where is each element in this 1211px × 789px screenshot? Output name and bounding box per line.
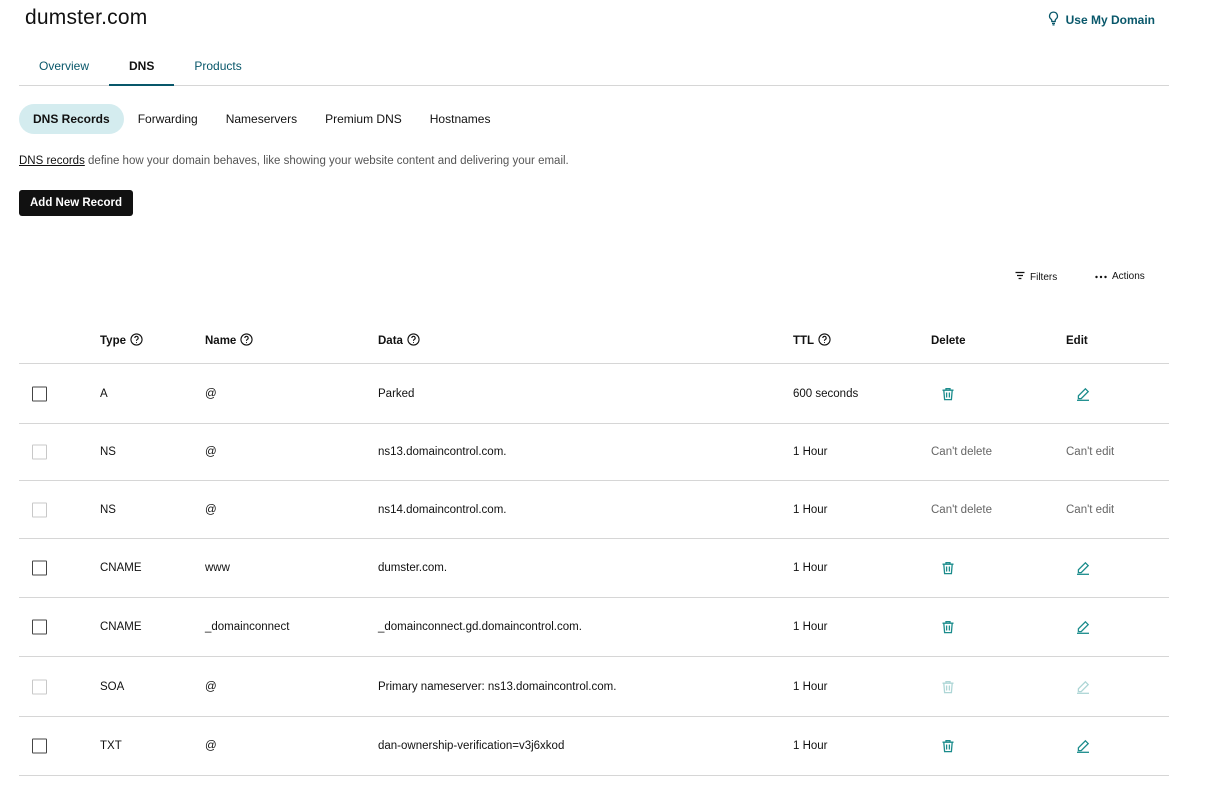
page-title: dumster.com xyxy=(25,6,148,29)
row-checkbox xyxy=(32,444,47,460)
record-ttl: 1 Hour xyxy=(793,562,828,574)
use-my-domain-label: Use My Domain xyxy=(1065,13,1155,27)
lightbulb-icon xyxy=(1047,11,1060,29)
record-name: _domainconnect xyxy=(205,621,290,633)
table-header-row: Type Name Data TTL Delete Edit xyxy=(19,318,1169,364)
record-ttl: 1 Hour xyxy=(793,621,828,633)
filters-label: Filters xyxy=(1030,271,1058,283)
table-row: CNAME www dumster.com. 1 Hour xyxy=(19,539,1169,598)
question-circle-icon[interactable] xyxy=(407,332,420,349)
record-type: CNAME xyxy=(100,621,142,633)
cant-edit-text: Can't edit xyxy=(1066,446,1115,458)
record-name: www xyxy=(205,562,230,574)
tab-products[interactable]: Products xyxy=(174,50,261,86)
row-checkbox[interactable] xyxy=(32,738,47,754)
record-name: @ xyxy=(205,446,217,458)
cant-edit-text: Can't edit xyxy=(1066,503,1115,516)
filter-lines-icon xyxy=(1015,271,1025,283)
dns-records-table: Type Name Data TTL Delete Edit A @ Parke… xyxy=(19,318,1169,776)
pencil-icon[interactable] xyxy=(1076,620,1090,634)
table-row: SOA @ Primary nameserver: ns13.domaincon… xyxy=(19,657,1169,717)
record-type: TXT xyxy=(100,740,122,752)
trash-icon[interactable] xyxy=(941,739,955,753)
column-type: Type xyxy=(100,332,143,349)
record-data: Primary nameserver: ns13.domaincontrol.c… xyxy=(378,680,617,693)
row-checkbox xyxy=(32,502,47,517)
table-row: A @ Parked 600 seconds xyxy=(19,364,1169,424)
column-type-label: Type xyxy=(100,334,126,347)
dns-description: DNS records define how your domain behav… xyxy=(19,155,569,167)
trash-icon xyxy=(941,680,955,694)
tab-dns[interactable]: DNS xyxy=(109,50,175,86)
pencil-icon[interactable] xyxy=(1076,561,1090,575)
record-type: A xyxy=(100,387,108,400)
record-name: @ xyxy=(205,387,217,400)
record-ttl: 1 Hour xyxy=(793,446,828,458)
question-circle-icon[interactable] xyxy=(130,332,143,349)
row-checkbox[interactable] xyxy=(32,386,47,401)
table-row: NS @ ns14.domaincontrol.com. 1 Hour Can'… xyxy=(19,481,1169,539)
actions-button[interactable]: Actions xyxy=(1095,271,1145,282)
record-type: NS xyxy=(100,446,116,458)
pencil-icon xyxy=(1076,680,1090,694)
more-dots-icon xyxy=(1095,271,1107,282)
subtab-premium-dns[interactable]: Premium DNS xyxy=(311,104,416,134)
record-ttl: 1 Hour xyxy=(793,503,828,516)
record-type: CNAME xyxy=(100,562,142,574)
column-name-label: Name xyxy=(205,334,237,347)
record-data: ns14.domaincontrol.com. xyxy=(378,503,507,516)
row-checkbox[interactable] xyxy=(32,619,47,635)
record-ttl: 1 Hour xyxy=(793,740,828,752)
record-data: dan-ownership-verification=v3j6xkod xyxy=(378,740,565,752)
record-data: ns13.domaincontrol.com. xyxy=(378,446,507,458)
column-data-label: Data xyxy=(378,334,403,347)
row-checkbox[interactable] xyxy=(32,560,47,576)
filters-button[interactable]: Filters xyxy=(1015,271,1057,283)
tab-overview[interactable]: Overview xyxy=(19,50,109,86)
column-name: Name xyxy=(205,332,253,349)
table-row: TXT @ dan-ownership-verification=v3j6xko… xyxy=(19,717,1169,776)
description-text: define how your domain behaves, like sho… xyxy=(84,155,569,167)
subtab-hostnames[interactable]: Hostnames xyxy=(416,104,505,134)
cant-delete-text: Can't delete xyxy=(931,503,993,516)
trash-icon[interactable] xyxy=(941,387,955,401)
subtab-forwarding[interactable]: Forwarding xyxy=(124,104,212,134)
column-data: Data xyxy=(378,332,420,349)
sub-tabs: DNS Records Forwarding Nameservers Premi… xyxy=(19,104,504,134)
question-circle-icon[interactable] xyxy=(240,332,253,349)
trash-icon[interactable] xyxy=(941,561,955,575)
record-type: SOA xyxy=(100,680,125,693)
column-ttl-label: TTL xyxy=(793,334,815,347)
column-ttl: TTL xyxy=(793,332,831,349)
record-name: @ xyxy=(205,503,217,516)
question-circle-icon[interactable] xyxy=(818,332,831,349)
record-type: NS xyxy=(100,503,116,516)
record-data: Parked xyxy=(378,387,415,400)
main-tabs: Overview DNS Products xyxy=(19,50,1169,86)
record-name: @ xyxy=(205,680,217,693)
record-name: @ xyxy=(205,740,217,752)
column-edit: Edit xyxy=(1066,334,1088,347)
column-delete: Delete xyxy=(931,334,966,347)
table-row: CNAME _domainconnect _domainconnect.gd.d… xyxy=(19,598,1169,657)
dns-records-link[interactable]: DNS records xyxy=(19,155,85,167)
subtab-nameservers[interactable]: Nameservers xyxy=(212,104,311,134)
row-checkbox xyxy=(32,679,47,694)
use-my-domain-link[interactable]: Use My Domain xyxy=(1047,11,1155,29)
add-new-record-button[interactable]: Add New Record xyxy=(19,190,133,216)
actions-label: Actions xyxy=(1112,271,1145,282)
pencil-icon[interactable] xyxy=(1076,739,1090,753)
record-ttl: 600 seconds xyxy=(793,387,859,400)
trash-icon[interactable] xyxy=(941,620,955,634)
pencil-icon[interactable] xyxy=(1076,387,1090,401)
record-data: _domainconnect.gd.domaincontrol.com. xyxy=(378,621,582,633)
record-data: dumster.com. xyxy=(378,562,448,574)
subtab-dns-records[interactable]: DNS Records xyxy=(19,104,124,134)
table-row: NS @ ns13.domaincontrol.com. 1 Hour Can'… xyxy=(19,424,1169,481)
cant-delete-text: Can't delete xyxy=(931,446,993,458)
record-ttl: 1 Hour xyxy=(793,680,828,693)
